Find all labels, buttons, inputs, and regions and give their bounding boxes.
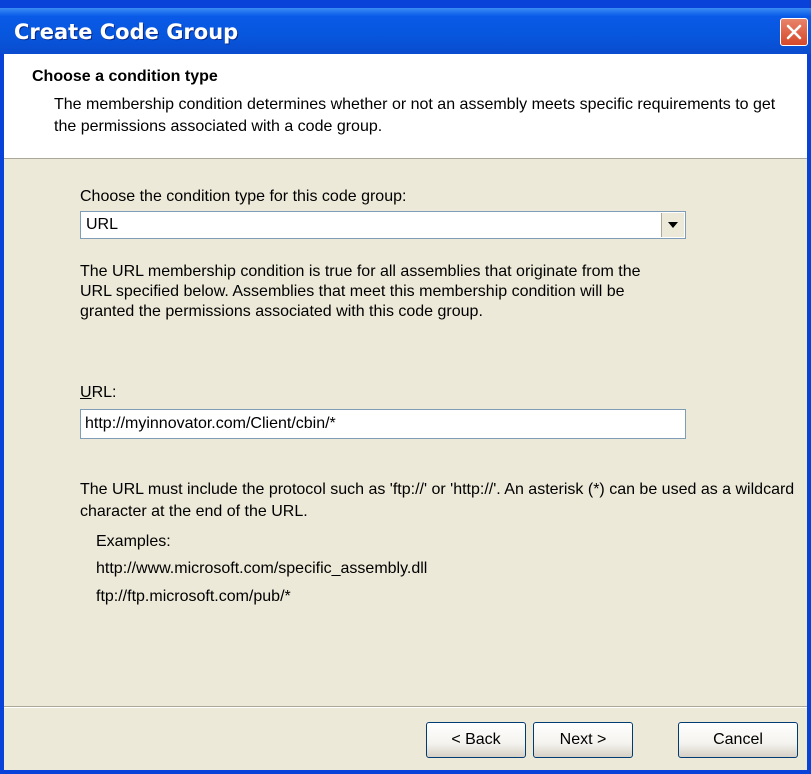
condition-description: The URL membership condition is true for… — [80, 263, 641, 320]
cancel-button[interactable]: Cancel — [678, 722, 798, 758]
url-label-mnemonic: U — [80, 384, 92, 401]
next-button[interactable]: Next > — [533, 722, 633, 758]
dialog-window: Create Code Group Choose a condition typ… — [0, 0, 811, 774]
example-item: ftp://ftp.microsoft.com/pub/* — [96, 588, 291, 605]
page-description: The membership condition determines whet… — [54, 96, 776, 135]
dialog-body: Choose a condition type The membership c… — [4, 54, 807, 770]
url-label: URL: — [80, 384, 116, 402]
close-icon — [786, 24, 802, 40]
back-button[interactable]: < Back — [426, 722, 526, 758]
url-input[interactable] — [80, 409, 686, 439]
condition-type-select[interactable]: URL — [80, 211, 686, 239]
chevron-down-icon — [668, 222, 678, 228]
dropdown-button[interactable] — [661, 213, 684, 237]
example-item: http://www.microsoft.com/specific_assemb… — [96, 560, 428, 577]
close-button[interactable] — [780, 18, 808, 46]
title-bar[interactable]: Create Code Group — [0, 8, 811, 54]
wizard-header: Choose a condition type The membership c… — [4, 54, 807, 159]
footer-divider — [4, 706, 807, 708]
page-title: Choose a condition type — [32, 68, 218, 85]
url-label-text: RL: — [91, 384, 117, 401]
url-note: The URL must include the protocol such a… — [80, 481, 795, 520]
window-title: Create Code Group — [14, 20, 239, 44]
condition-type-value: URL — [86, 216, 119, 233]
examples-label: Examples: — [96, 533, 171, 550]
condition-type-label: Choose the condition type for this code … — [80, 188, 407, 205]
